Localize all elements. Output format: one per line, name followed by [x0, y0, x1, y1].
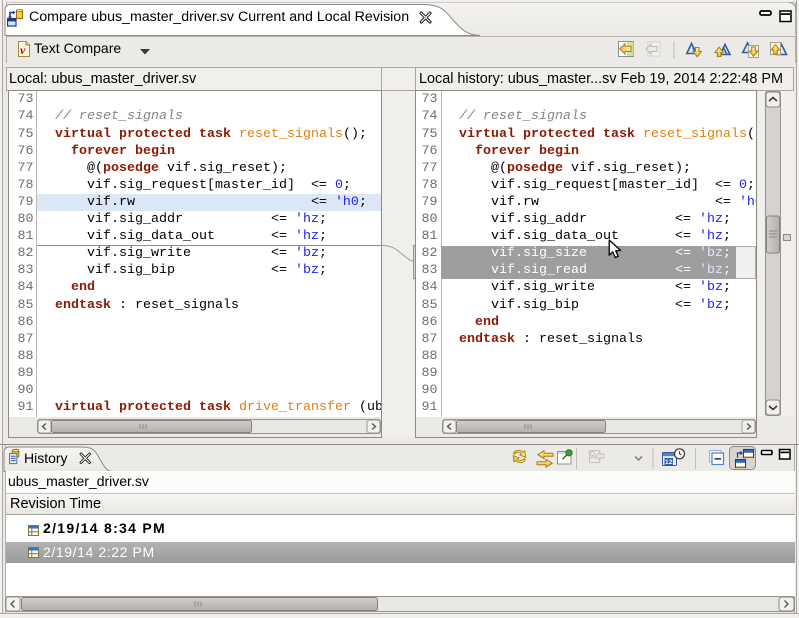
svg-text:12: 12: [665, 459, 673, 466]
svg-text:v: v: [20, 43, 26, 57]
